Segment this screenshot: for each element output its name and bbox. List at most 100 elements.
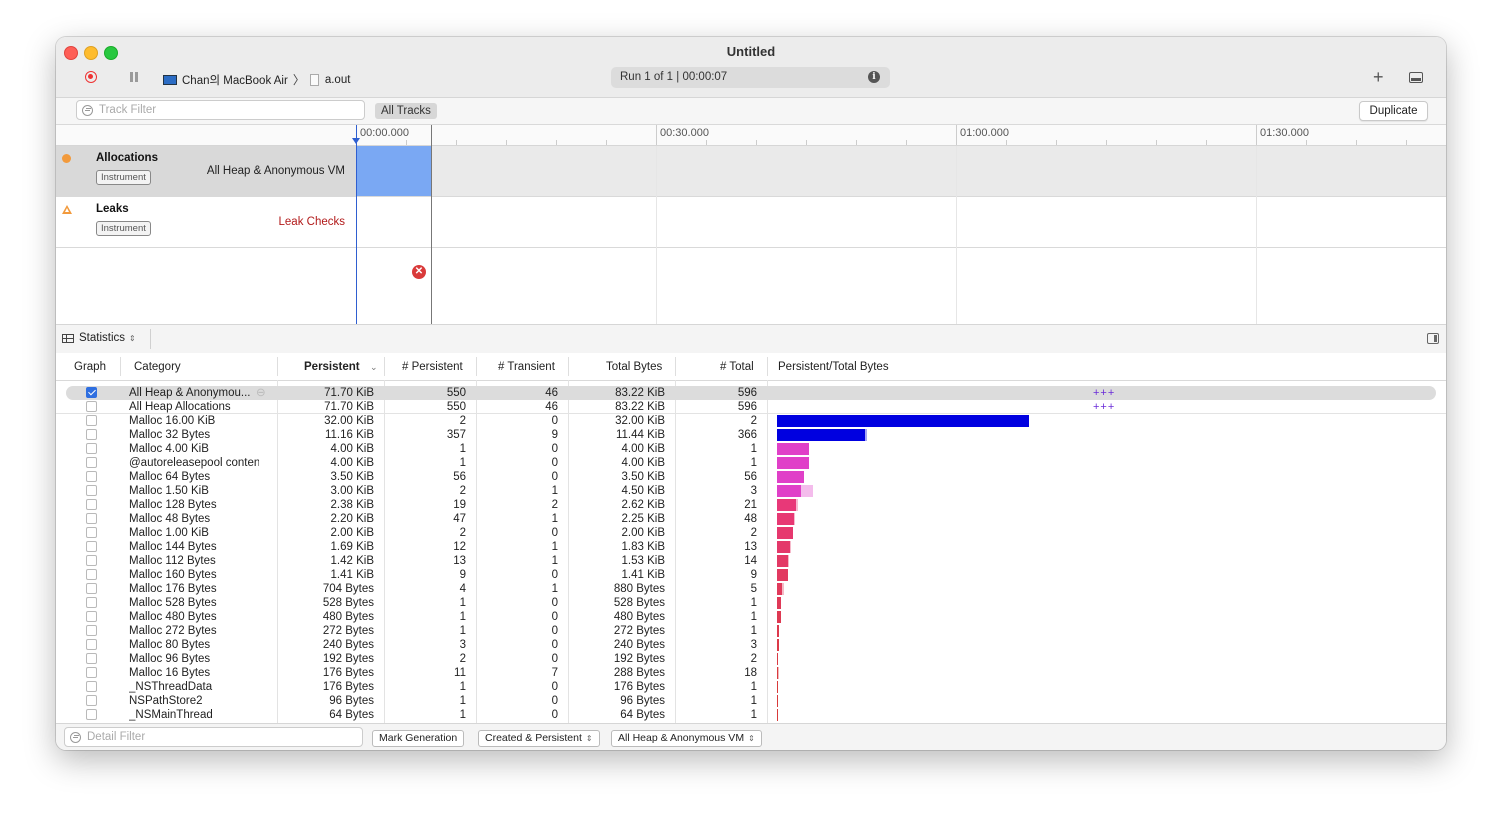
table-row[interactable]: Malloc 4.00 KiB 4.00 KiB 1 0 4.00 KiB 1 (56, 442, 1446, 456)
n-persistent-cell: 4 (459, 583, 466, 595)
persistent-cell: 96 Bytes (329, 695, 374, 707)
graph-checkbox[interactable] (86, 681, 97, 692)
track-leaks[interactable]: Leaks Instrument Leak Checks ✕ (56, 197, 1446, 279)
leak-check-failed-icon[interactable]: ✕ (412, 265, 426, 279)
table-row[interactable]: Malloc 80 Bytes 240 Bytes 3 0 240 Bytes 3 (56, 638, 1446, 652)
graph-checkbox[interactable] (86, 387, 97, 398)
table-row[interactable]: Malloc 528 Bytes 528 Bytes 1 0 528 Bytes 1 (56, 596, 1446, 610)
duplicate-button[interactable]: Duplicate (1359, 101, 1428, 121)
graph-checkbox[interactable] (86, 457, 97, 468)
category-cell: Malloc 112 Bytes (129, 555, 216, 567)
track-filter-bar: Track Filter All Tracks Duplicate (56, 98, 1446, 125)
mark-generation-button[interactable]: Mark Generation (372, 730, 465, 747)
playhead-line[interactable] (356, 125, 357, 324)
column-header-category[interactable]: Category (134, 361, 181, 373)
persistent-cell: 3.00 KiB (330, 485, 374, 497)
table-row[interactable]: _NSThreadData 176 Bytes 1 0 176 Bytes 1 (56, 680, 1446, 694)
category-cell: _NSThreadData (129, 681, 213, 693)
graph-checkbox[interactable] (86, 653, 97, 664)
track-allocations[interactable]: Allocations Instrument All Heap & Anonym… (56, 146, 1446, 197)
ruler-minor-tick (1106, 140, 1107, 145)
graph-checkbox[interactable] (86, 611, 97, 622)
graph-checkbox[interactable] (86, 429, 97, 440)
sort-descending-icon[interactable]: ⌄ (370, 362, 378, 373)
table-row[interactable]: Malloc 16.00 KiB 32.00 KiB 2 0 32.00 KiB 2 (56, 414, 1446, 428)
table-row[interactable]: All Heap & Anonymou... 71.70 KiB 550 46 83.2… (56, 386, 1446, 400)
graph-checkbox[interactable] (86, 485, 97, 496)
info-icon[interactable]: i (868, 71, 880, 83)
graph-checkbox[interactable] (86, 527, 97, 538)
category-cell: NSPathStore2 (129, 695, 203, 707)
record-button[interactable] (85, 71, 97, 83)
graph-checkbox[interactable] (86, 639, 97, 650)
table-row[interactable]: Malloc 96 Bytes 192 Bytes 2 0 192 Bytes 2 (56, 652, 1446, 666)
graph-checkbox[interactable] (86, 667, 97, 678)
table-row[interactable]: All Heap Allocations 71.70 KiB 550 46 83.22 … (56, 400, 1446, 414)
graph-checkbox[interactable] (86, 415, 97, 426)
ruler-minor-tick (1056, 140, 1057, 145)
graph-checkbox[interactable] (86, 541, 97, 552)
track-header[interactable]: Allocations Instrument All Heap & Anonym… (56, 146, 357, 196)
n-persistent-cell: 550 (446, 401, 466, 413)
n-transient-cell: 46 (545, 387, 558, 399)
column-header-graph[interactable]: Graph (74, 361, 106, 373)
graph-checkbox[interactable] (86, 471, 97, 482)
graph-checkbox[interactable] (86, 555, 97, 566)
table-row[interactable]: Malloc 176 Bytes 704 Bytes 4 1 880 Bytes 5 (56, 582, 1446, 596)
graph-checkbox[interactable] (86, 597, 97, 608)
column-header-n-transient[interactable]: # Transient (498, 361, 555, 373)
graph-checkbox[interactable] (86, 695, 97, 706)
table-row[interactable]: NSPathStore2 96 Bytes 1 0 96 Bytes 1 (56, 694, 1446, 708)
table-row[interactable]: Malloc 1.50 KiB 3.00 KiB 2 1 4.50 KiB 3 (56, 484, 1446, 498)
detail-filter-field[interactable]: Detail Filter (64, 727, 363, 747)
allocation-type-popup[interactable]: All Heap & Anonymous VM ⇕ (611, 730, 762, 747)
table-row[interactable]: Malloc 64 Bytes 3.50 KiB 56 0 3.50 KiB 56 (56, 470, 1446, 484)
graph-checkbox[interactable] (86, 513, 97, 524)
add-instrument-button[interactable]: + (1373, 67, 1384, 88)
instrument-badge[interactable]: Instrument (96, 170, 151, 185)
target-breadcrumb[interactable]: Chan의 MacBook Air 〉 a.out (163, 71, 350, 88)
graph-checkbox[interactable] (86, 569, 97, 580)
graph-checkbox[interactable] (86, 625, 97, 636)
table-row[interactable]: Malloc 48 Bytes 2.20 KiB 47 1 2.25 KiB 48 (56, 512, 1446, 526)
table-row[interactable]: @autoreleasepool content 4.00 KiB 1 0 4.00 K… (56, 456, 1446, 470)
table-row[interactable]: Malloc 480 Bytes 480 Bytes 1 0 480 Bytes 1 (56, 610, 1446, 624)
table-row[interactable]: Malloc 1.00 KiB 2.00 KiB 2 0 2.00 KiB 2 (56, 526, 1446, 540)
focus-arrow-icon[interactable]: ⊖ (256, 386, 266, 400)
instrument-badge[interactable]: Instrument (96, 221, 151, 236)
graph-checkbox[interactable] (86, 583, 97, 594)
table-row[interactable]: Malloc 272 Bytes 272 Bytes 1 0 272 Bytes 1 (56, 624, 1446, 638)
toggle-inspector-icon[interactable] (1427, 333, 1439, 344)
column-header-total-bytes[interactable]: Total Bytes (606, 361, 662, 373)
graph-checkbox[interactable] (86, 709, 97, 720)
table-row[interactable]: Malloc 128 Bytes 2.38 KiB 19 2 2.62 KiB 21 (56, 498, 1446, 512)
selected-time-range[interactable] (356, 146, 431, 196)
pause-button[interactable] (130, 72, 138, 82)
table-row[interactable]: _NSMainThread 64 Bytes 1 0 64 Bytes 1 (56, 708, 1446, 722)
track-filter-field[interactable]: Track Filter (76, 100, 365, 120)
table-row[interactable]: Malloc 16 Bytes 176 Bytes 11 7 288 Bytes 18 (56, 666, 1446, 680)
n-transient-cell: 1 (551, 485, 558, 497)
track-header[interactable]: Leaks Instrument Leak Checks (56, 197, 357, 247)
table-row[interactable]: Malloc 160 Bytes 1.41 KiB 9 0 1.41 KiB 9 (56, 568, 1446, 582)
column-header-n-total[interactable]: # Total (720, 361, 754, 373)
ruler-minor-tick (1356, 140, 1357, 145)
column-header-n-persistent[interactable]: # Persistent (402, 361, 463, 373)
playhead-marker-icon[interactable] (352, 138, 360, 144)
table-row[interactable]: Malloc 32 Bytes 11.16 KiB 357 9 11.44 KiB 366 (56, 428, 1446, 442)
run-status-box[interactable]: Run 1 of 1 | 00:00:07 i (611, 67, 890, 88)
allocation-lifespan-popup[interactable]: Created & Persistent ⇕ (478, 730, 600, 747)
statistics-mode-selector[interactable]: Statistics ⇕ (62, 332, 136, 344)
timeline-ruler[interactable]: 00:00.000 00:30.000 01:00.000 01:30.000 (56, 125, 1446, 146)
all-tracks-button[interactable]: All Tracks (375, 103, 437, 119)
persistent-cell: 176 Bytes (322, 681, 374, 693)
toggle-detail-panel-icon[interactable] (1409, 72, 1423, 83)
graph-checkbox[interactable] (86, 443, 97, 454)
table-row[interactable]: Malloc 144 Bytes 1.69 KiB 12 1 1.83 KiB 13 (56, 540, 1446, 554)
table-row[interactable]: Malloc 112 Bytes 1.42 KiB 13 1 1.53 KiB 14 (56, 554, 1446, 568)
graph-checkbox[interactable] (86, 499, 97, 510)
column-header-persistent-total-bytes[interactable]: Persistent/Total Bytes (778, 361, 889, 373)
total-bytes-cell: 2.62 KiB (621, 499, 665, 511)
graph-checkbox[interactable] (86, 401, 97, 412)
column-header-persistent[interactable]: Persistent (304, 361, 360, 373)
